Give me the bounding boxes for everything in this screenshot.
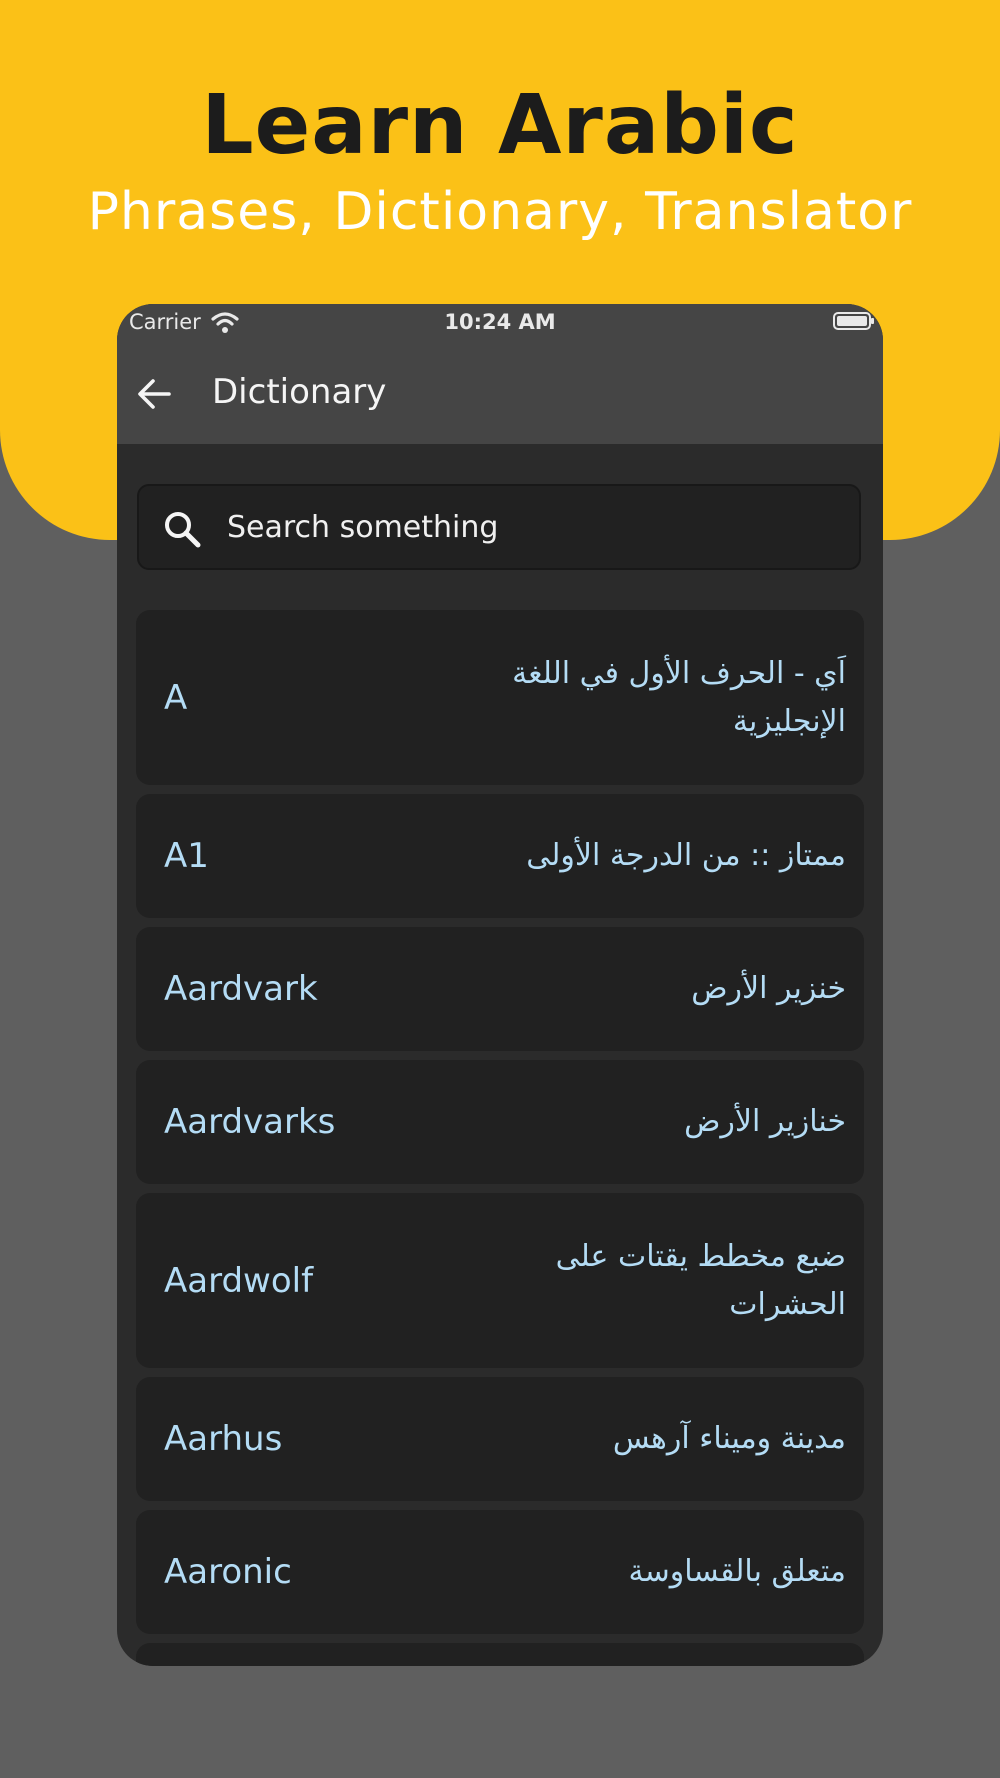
arrow-left-icon[interactable] (135, 376, 173, 412)
status-time: 10:24 AM (444, 310, 556, 334)
entry-english: Aardvarks (164, 1102, 336, 1142)
entry-arabic: اَي - الحرف الأول في اللغة الإنجليزية (512, 655, 846, 739)
entry-arabic: ضبع مخطط يقتات على الحشرات (555, 1238, 846, 1322)
hero-subtitle: Phrases, Dictionary, Translator (87, 182, 913, 242)
list-item[interactable]: Aardvarks خنازير الأرض (136, 1060, 864, 1184)
entry-arabic: متعلق بالقساوسة (628, 1554, 847, 1589)
list-item[interactable]: Aardvark خنزير الأرض (136, 927, 864, 1051)
list-item[interactable]: Aarhus مدينة وميناء آرهس (136, 1377, 864, 1501)
hero-title: Learn Arabic (201, 78, 799, 173)
list-item[interactable]: Aardwolf ضبع مخطط يقتات على الحشرات (136, 1193, 864, 1368)
entry-english: Aardvark (164, 969, 318, 1009)
search-box[interactable] (137, 484, 861, 570)
entry-arabic: ممتاز :: من الدرجة الأولى (526, 838, 846, 873)
entry-arabic: خنازير الأرض (684, 1104, 846, 1139)
search-input[interactable] (227, 504, 827, 550)
phone-screen: Carrier 10:24 AM Dictionary A اَي - الحر… (117, 304, 883, 1666)
list-item[interactable]: A اَي - الحرف الأول في اللغة الإنجليزية (136, 610, 864, 785)
list-item[interactable]: A1 ممتاز :: من الدرجة الأولى (136, 794, 864, 918)
search-icon (165, 512, 201, 548)
list-item-partial[interactable] (136, 1643, 864, 1666)
battery-icon (833, 312, 874, 330)
app-bar: Dictionary (117, 344, 883, 444)
status-bar: Carrier 10:24 AM (117, 304, 883, 344)
entry-english: A (164, 677, 188, 718)
entry-arabic: مدينة وميناء آرهس (612, 1421, 846, 1456)
entry-arabic: خنزير الأرض (691, 971, 846, 1006)
list-item[interactable]: Aaronic متعلق بالقساوسة (136, 1510, 864, 1634)
entry-english: A1 (164, 836, 209, 876)
dictionary-list: A اَي - الحرف الأول في اللغة الإنجليزية … (136, 610, 864, 1666)
page-title: Dictionary (212, 372, 387, 412)
entry-english: Aardwolf (164, 1260, 314, 1301)
entry-english: Aaronic (164, 1552, 292, 1592)
entry-english: Aarhus (164, 1419, 283, 1459)
